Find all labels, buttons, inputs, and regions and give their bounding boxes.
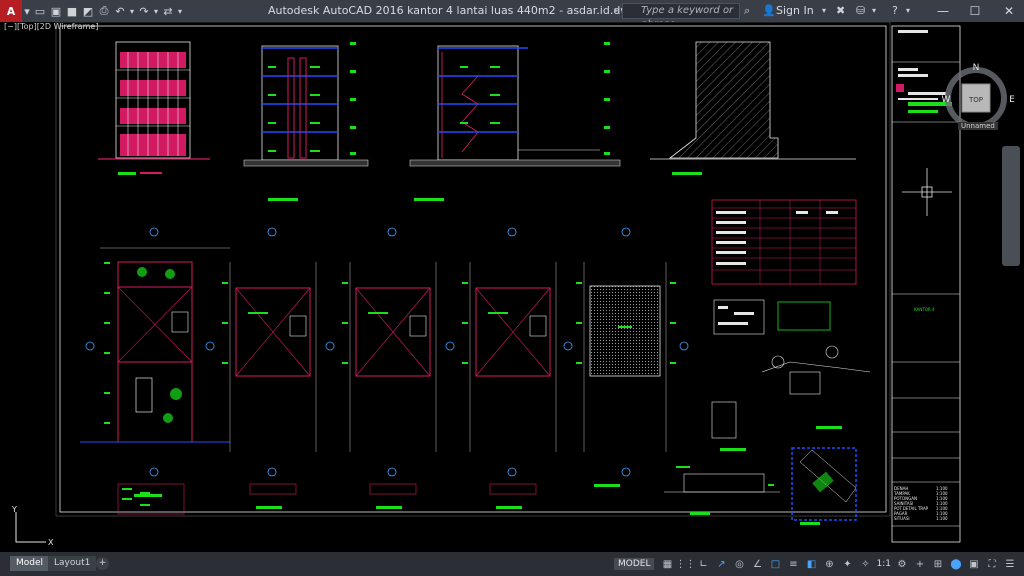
customize-icon[interactable]: ☰ xyxy=(1002,556,1018,572)
add-layout-button[interactable]: + xyxy=(96,557,109,570)
lineweight-icon[interactable]: ≡ xyxy=(785,556,801,572)
annotation-visibility-icon[interactable]: ✦ xyxy=(839,556,855,572)
osnap-icon[interactable]: □ xyxy=(767,556,783,572)
exchange-icon[interactable]: ✖ xyxy=(836,0,845,22)
autodesk-360-icon[interactable]: ⛁ xyxy=(856,0,865,22)
settings-icon[interactable]: ⚙ xyxy=(894,556,910,572)
plan-legends xyxy=(117,483,620,515)
section-b-elevation xyxy=(409,42,621,201)
print-icon[interactable]: ⎙ xyxy=(96,0,112,22)
qat-customize-icon[interactable]: ▾ xyxy=(176,0,184,22)
schedule-table xyxy=(711,199,857,285)
close-button[interactable]: ✕ xyxy=(994,0,1024,22)
plus-icon[interactable]: + xyxy=(912,556,928,572)
floor-plan-2 xyxy=(229,262,317,452)
tab-model[interactable]: Model xyxy=(10,556,50,571)
annotation-scale[interactable]: 1:1 xyxy=(876,559,890,569)
model-space-button[interactable]: MODEL xyxy=(614,558,655,570)
undo-dropdown-icon[interactable]: ▾ xyxy=(128,0,136,22)
drawing-viewport[interactable]: KANTOR 4 DENAH 1:100 TAMPAK 1:100 POTONGAN 1:… xyxy=(0,22,1024,552)
viewcube-top-label: TOP xyxy=(968,96,983,104)
workspace-icon[interactable]: ⊞ xyxy=(930,556,946,572)
more-dropdown-icon[interactable]: ▾ xyxy=(872,0,876,22)
scale-table-value: 1:100 xyxy=(936,516,948,521)
ucs-y-label: Y xyxy=(11,505,17,514)
compass-west[interactable]: W xyxy=(942,95,951,105)
new-icon[interactable]: ▭ xyxy=(32,0,48,22)
polar-icon[interactable]: ↗ xyxy=(713,556,729,572)
scale-table: DENAH 1:100TAMPAK 1:100POTONGAN 1:100SAINIT… xyxy=(893,486,948,521)
sign-in-dropdown-icon[interactable]: ▾ xyxy=(822,0,826,22)
user-icon: 👤 xyxy=(762,4,776,17)
annotation-scale-auto-icon[interactable]: ✧ xyxy=(857,556,873,572)
snap-icon[interactable]: ⋮⋮ xyxy=(675,556,695,572)
app-menu-dropdown-icon[interactable]: ▾ xyxy=(22,0,32,22)
ucs-icon xyxy=(15,512,46,543)
compass-east[interactable]: E xyxy=(1009,95,1015,105)
scale-table-label: SITUASI xyxy=(894,516,910,521)
site-plan xyxy=(791,447,857,525)
side-elevation xyxy=(650,41,856,175)
floor-plan-4 xyxy=(469,262,557,452)
title-bar: A ▾ ▭ ▣ ■ ◩ ⎙ ↶ ▾ ↷ ▾ ⇄ ▾ Autodesk AutoC… xyxy=(0,0,1024,30)
section-a-elevation xyxy=(243,42,369,201)
help-icon[interactable]: ? xyxy=(892,0,898,22)
redo-dropdown-icon[interactable]: ▾ xyxy=(152,0,160,22)
grid-icon[interactable]: ▦ xyxy=(659,556,675,572)
crosshair-cursor xyxy=(902,168,952,216)
window-title: Autodesk AutoCAD 2016 kantor 4 lantai lu… xyxy=(268,4,637,17)
isodraft-icon[interactable]: ◎ xyxy=(731,556,747,572)
ortho-icon[interactable]: ∟ xyxy=(695,556,711,572)
status-bar: Model Layout1 + MODEL ▦ ⋮⋮ ∟ ↗ ◎ ∠ □ ≡ ◧… xyxy=(0,552,1024,576)
status-toggles: MODEL ▦ ⋮⋮ ∟ ↗ ◎ ∠ □ ≡ ◧ ⊕ ✦ ✧ 1:1 ⚙ + ⊞… xyxy=(614,554,1019,574)
hardware-acceleration-icon[interactable]: ▣ xyxy=(966,556,982,572)
detail-drawings xyxy=(664,345,871,493)
open-icon[interactable]: ▣ xyxy=(48,0,64,22)
sanitary-tables xyxy=(713,299,831,335)
autocad-window: A ▾ ▭ ▣ ■ ◩ ⎙ ↶ ▾ ↷ ▾ ⇄ ▾ Autodesk AutoC… xyxy=(0,0,1024,576)
application-menu-button[interactable]: A xyxy=(0,0,22,22)
compass-north[interactable]: N xyxy=(973,63,980,73)
project-name: KANTOR 4 xyxy=(914,307,935,312)
minimize-button[interactable]: — xyxy=(928,0,958,22)
isolate-objects-icon[interactable]: ⬤ xyxy=(948,556,964,572)
navigation-bar[interactable] xyxy=(1002,146,1020,266)
osnap-tracking-icon[interactable]: ∠ xyxy=(749,556,765,572)
viewcube[interactable]: TOP N S E W xyxy=(938,46,1018,126)
undo-icon[interactable]: ↶ xyxy=(112,0,128,22)
viewport-controls[interactable]: [−][Top][2D Wireframe] xyxy=(4,22,98,31)
sign-in-button[interactable]: Sign In xyxy=(776,0,814,22)
roof-plan xyxy=(583,262,667,452)
save-icon[interactable]: ■ xyxy=(64,0,80,22)
share-icon[interactable]: ⇄ xyxy=(160,0,176,22)
tab-layout1[interactable]: Layout1 xyxy=(48,556,97,571)
floor-plan-3 xyxy=(349,262,437,452)
selection-cycling-icon[interactable]: ⊕ xyxy=(821,556,837,572)
transparency-icon[interactable]: ◧ xyxy=(803,556,819,572)
saveas-icon[interactable]: ◩ xyxy=(80,0,96,22)
redo-icon[interactable]: ↷ xyxy=(136,0,152,22)
search-input[interactable]: Type a keyword or phrase xyxy=(622,3,740,30)
autocad-logo-icon: A xyxy=(6,4,16,18)
wcs-menu[interactable]: Unnamed xyxy=(958,122,998,130)
drawing-canvas: KANTOR 4 DENAH 1:100TAMPAK 1:100POTONGAN 1:… xyxy=(11,22,961,547)
maximize-button[interactable]: ☐ xyxy=(960,0,990,22)
front-elevation xyxy=(98,41,210,175)
fullscreen-icon[interactable]: ⛶ xyxy=(984,556,1000,572)
help-dropdown-icon[interactable]: ▾ xyxy=(906,0,910,22)
ucs-x-label: X xyxy=(48,538,54,547)
search-icon[interactable]: ⌕ xyxy=(744,0,750,22)
floor-plan-1 xyxy=(80,247,230,443)
